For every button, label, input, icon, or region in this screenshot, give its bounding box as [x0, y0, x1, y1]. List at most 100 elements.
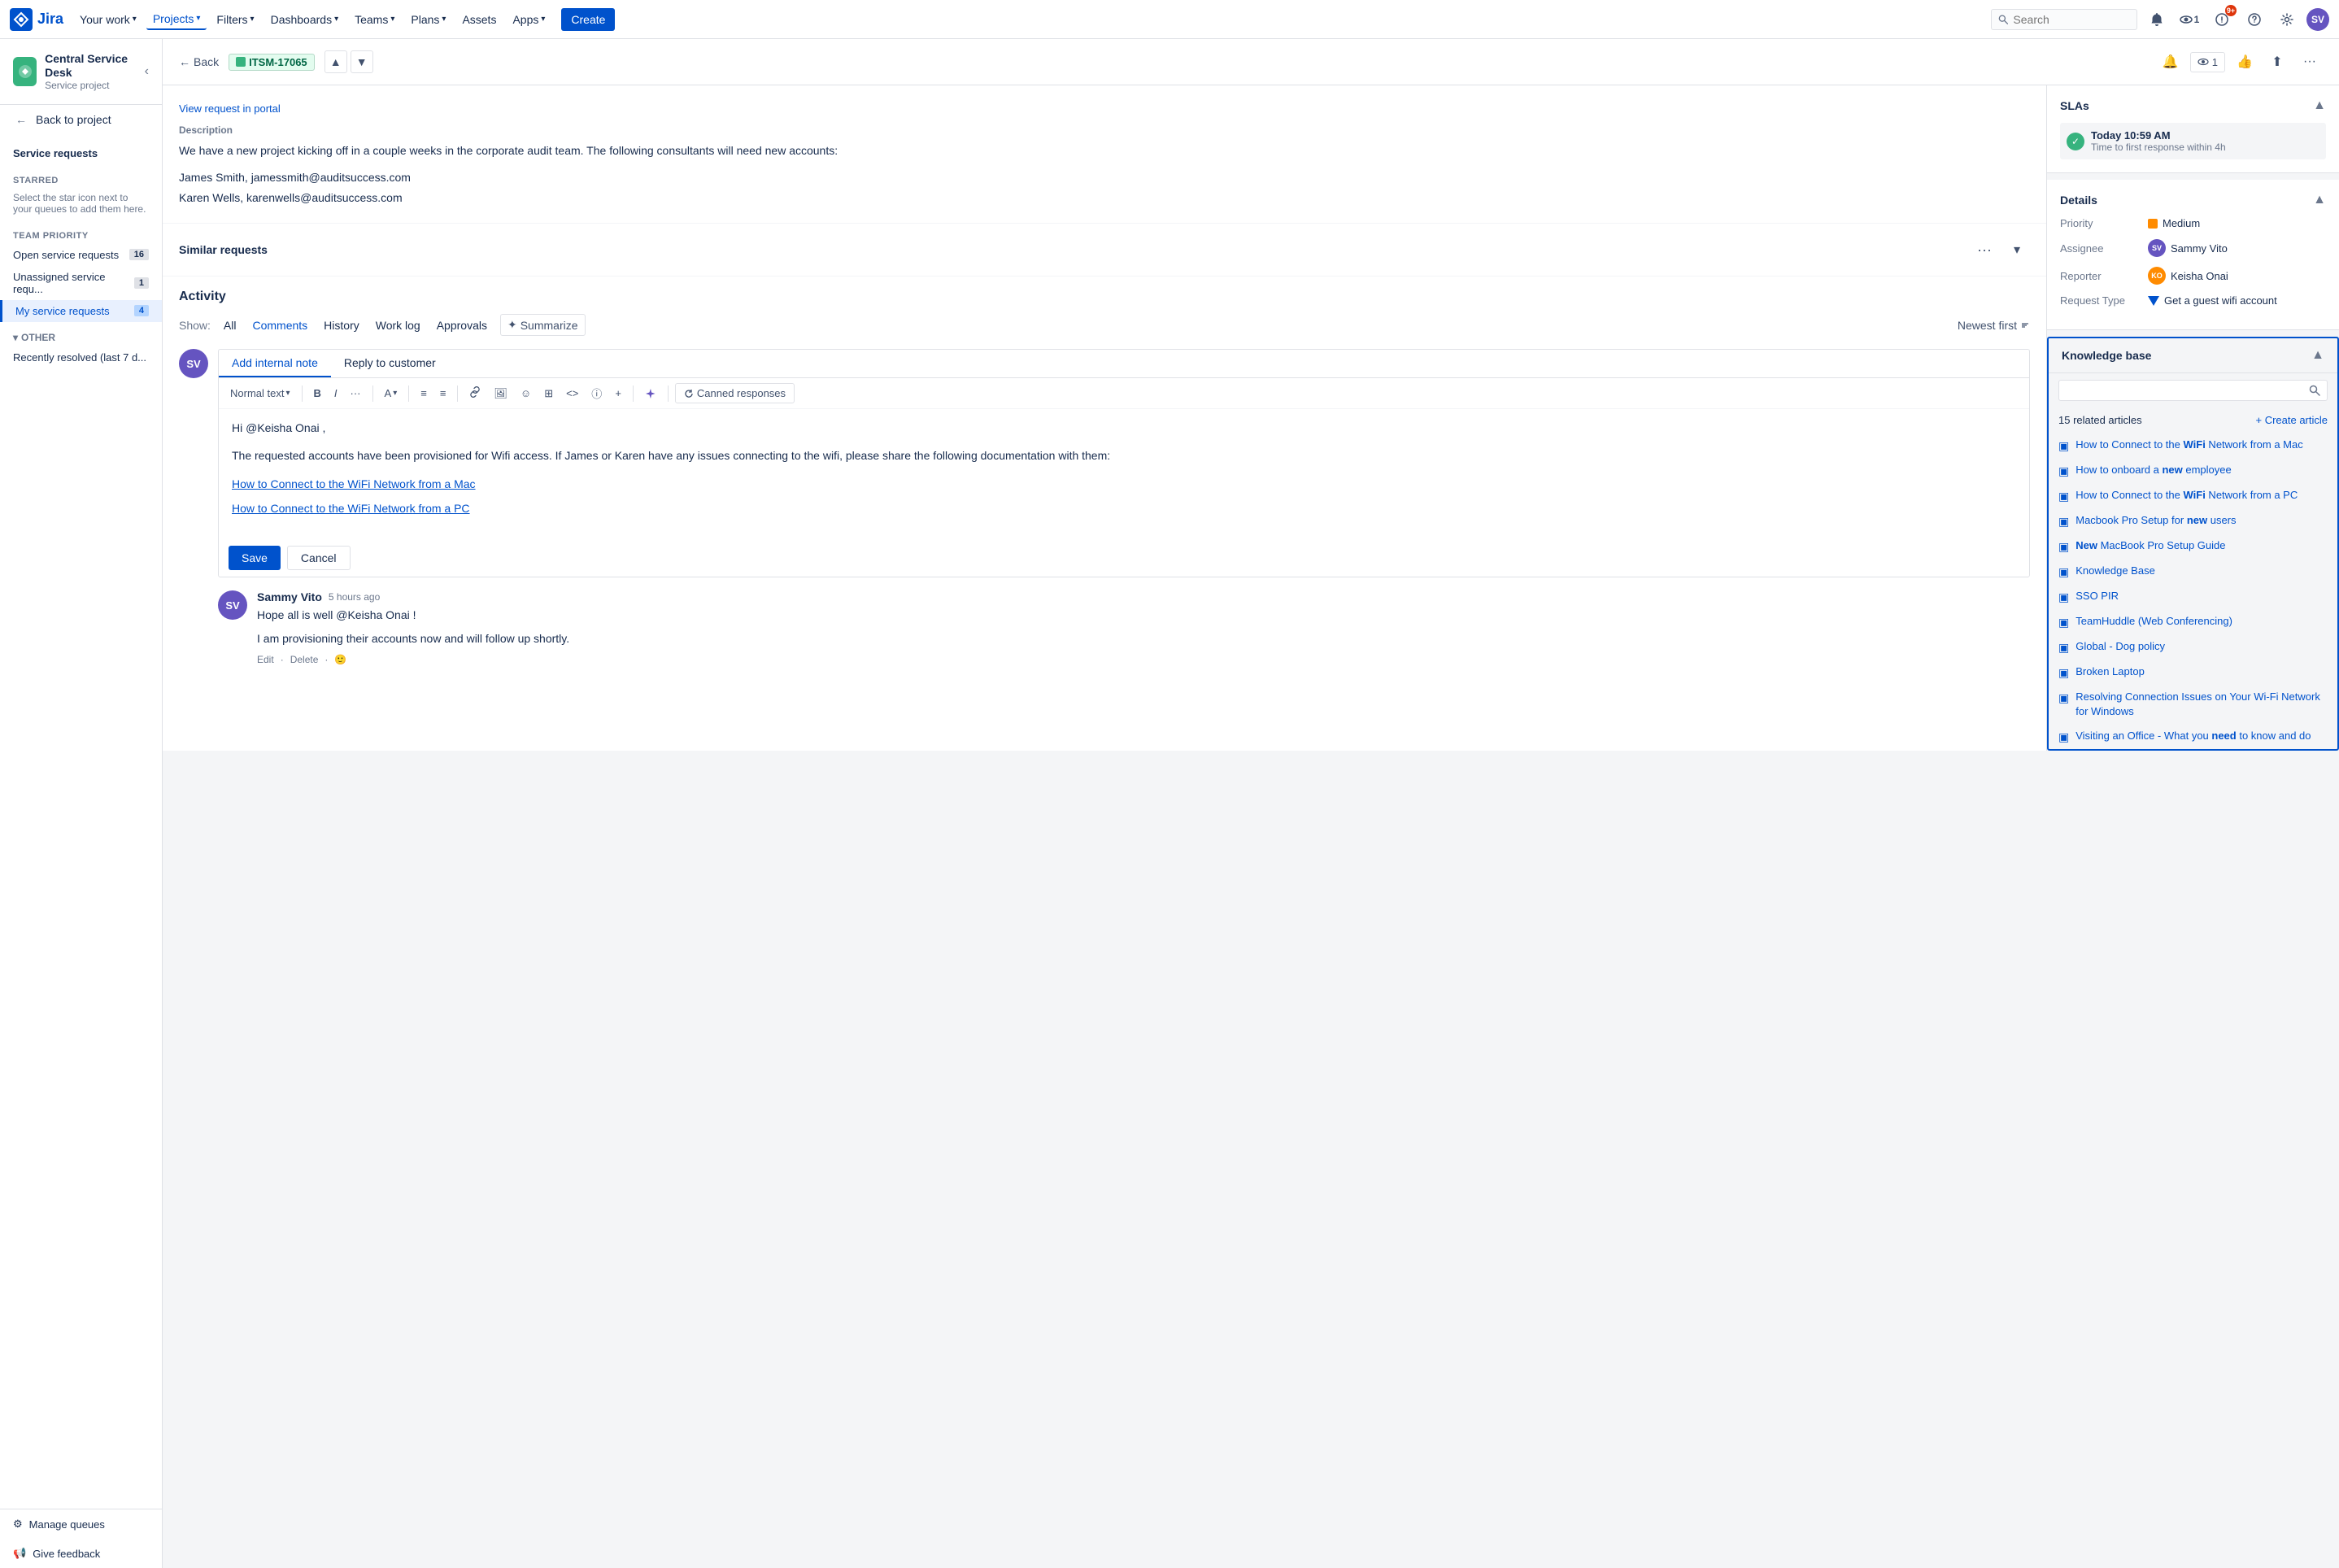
kb-title: Knowledge base: [2062, 349, 2151, 362]
kb-article-9[interactable]: ▣ Broken Laptop: [2049, 660, 2337, 685]
plus-button[interactable]: +: [610, 385, 626, 402]
kb-article-4[interactable]: ▣ New MacBook Pro Setup Guide: [2049, 534, 2337, 559]
search-box[interactable]: [1991, 9, 2137, 30]
save-button[interactable]: Save: [229, 546, 281, 570]
nav-dashboards[interactable]: Dashboards▾: [264, 10, 346, 29]
ticket-next-button[interactable]: ▼: [351, 50, 373, 73]
back-button[interactable]: ← Back: [179, 55, 219, 68]
description-section: View request in portal Description We ha…: [163, 85, 2046, 224]
ai-button[interactable]: [640, 385, 661, 402]
similar-collapse-icon[interactable]: ▾: [2004, 237, 2030, 263]
image-button[interactable]: 🖼: [489, 385, 512, 403]
details-header[interactable]: Details ▲: [2060, 193, 2326, 207]
sidebar-item-open-requests[interactable]: Open service requests 16: [0, 244, 162, 266]
nav-assets[interactable]: Assets: [455, 10, 503, 29]
summarize-button[interactable]: ✦ Summarize: [500, 314, 586, 336]
share-icon[interactable]: 🔔: [2158, 49, 2184, 75]
view-portal-link[interactable]: View request in portal: [179, 102, 281, 115]
kb-article-8[interactable]: ▣ Global - Dog policy: [2049, 634, 2337, 660]
filter-work-log[interactable]: Work log: [372, 317, 424, 333]
sort-button[interactable]: Newest first: [1958, 319, 2030, 332]
kb-header[interactable]: Knowledge base ▲: [2049, 338, 2337, 373]
description-label: Description: [179, 124, 2030, 136]
more-formatting-button[interactable]: ···: [346, 385, 366, 402]
thumbsup-icon[interactable]: 👍: [2232, 49, 2258, 75]
share-link-icon[interactable]: ⬆: [2264, 49, 2290, 75]
user-avatar[interactable]: SV: [2306, 8, 2329, 31]
manage-queues-link[interactable]: ⚙ Manage queues: [0, 1509, 162, 1539]
tab-internal-note[interactable]: Add internal note: [219, 350, 331, 377]
assignee-label: Assignee: [2060, 242, 2141, 255]
ticket-prev-button[interactable]: ▲: [324, 50, 347, 73]
settings-button[interactable]: [2274, 7, 2300, 33]
watch-button[interactable]: 1: [2176, 7, 2202, 33]
help-button[interactable]: [2241, 7, 2267, 33]
top-navigation: Jira Your work▾ Projects▾ Filters▾ Dashb…: [0, 0, 2339, 39]
nav-filters[interactable]: Filters▾: [210, 10, 260, 29]
kb-article-5[interactable]: ▣ Knowledge Base: [2049, 559, 2337, 584]
filter-comments[interactable]: Comments: [249, 317, 311, 333]
sort-icon: [2020, 320, 2030, 330]
canned-responses-button[interactable]: Canned responses: [675, 383, 795, 403]
filter-all[interactable]: All: [220, 317, 240, 333]
nav-projects[interactable]: Projects▾: [146, 9, 207, 30]
back-to-project-link[interactable]: ← Back to project: [0, 105, 162, 134]
request-type-value: Get a guest wifi account: [2164, 294, 2277, 307]
info-button[interactable]: ⓘ: [586, 383, 607, 403]
kb-search-box[interactable]: [2058, 380, 2328, 401]
kb-article-3[interactable]: ▣ Macbook Pro Setup for new users: [2049, 508, 2337, 534]
kb-search-input[interactable]: [2066, 384, 2309, 397]
other-section[interactable]: ▾OTHER: [0, 322, 162, 346]
past-comment: SV Sammy Vito 5 hours ago Hope all is we…: [218, 590, 2030, 665]
filter-approvals[interactable]: Approvals: [433, 317, 490, 333]
cancel-button[interactable]: Cancel: [287, 546, 351, 570]
sidebar-item-my-requests[interactable]: My service requests 4: [0, 300, 162, 322]
link-button[interactable]: [464, 384, 486, 403]
bold-button[interactable]: B: [309, 385, 326, 402]
sidebar-collapse-button[interactable]: ‹: [145, 64, 149, 79]
filter-history[interactable]: History: [320, 317, 363, 333]
jira-logo[interactable]: Jira: [10, 8, 63, 31]
more-options-icon[interactable]: ···: [2297, 49, 2323, 75]
create-button[interactable]: Create: [561, 8, 615, 31]
slas-title: SLAs: [2060, 99, 2089, 112]
watcher-button[interactable]: 1: [2190, 52, 2225, 72]
nav-teams[interactable]: Teams▾: [348, 10, 401, 29]
table-button[interactable]: ⊞: [539, 385, 558, 403]
wifi-mac-link[interactable]: How to Connect to the WiFi Network from …: [232, 477, 476, 490]
kb-article-1[interactable]: ▣ How to onboard a new employee: [2049, 458, 2337, 483]
give-feedback-link[interactable]: 📢 Give feedback: [0, 1539, 162, 1568]
comment-actions: Edit · Delete · 🙂: [257, 654, 2030, 665]
code-button[interactable]: <>: [561, 385, 583, 402]
kb-article-6[interactable]: ▣ SSO PIR: [2049, 584, 2337, 609]
bullet-list-button[interactable]: ≡: [416, 385, 432, 402]
kb-article-10[interactable]: ▣ Resolving Connection Issues on Your Wi…: [2049, 685, 2337, 724]
similar-more-icon[interactable]: ···: [1971, 237, 1997, 263]
comment-editor[interactable]: Add internal note Reply to customer Norm…: [218, 349, 2030, 577]
kb-article-0[interactable]: ▣ How to Connect to the WiFi Network fro…: [2049, 433, 2337, 458]
search-input[interactable]: [2013, 13, 2130, 26]
react-button[interactable]: 🙂: [334, 654, 346, 665]
kb-create-button[interactable]: + Create article: [2255, 414, 2328, 426]
notifications-button[interactable]: [2144, 7, 2170, 33]
kb-article-7[interactable]: ▣ TeamHuddle (Web Conferencing): [2049, 609, 2337, 634]
kb-article-11[interactable]: ▣ Visiting an Office - What you need to …: [2049, 724, 2337, 749]
nav-your-work[interactable]: Your work▾: [73, 10, 143, 29]
sidebar-item-unassigned[interactable]: Unassigned service requ... 1: [0, 266, 162, 300]
nav-plans[interactable]: Plans▾: [404, 10, 452, 29]
nav-apps[interactable]: Apps▾: [506, 10, 551, 29]
text-color-button[interactable]: A▾: [380, 385, 403, 402]
editor-content-area[interactable]: Hi @Keisha Onai , The requested accounts…: [219, 409, 2029, 539]
slas-header[interactable]: SLAs ▲: [2060, 98, 2326, 113]
sidebar-item-recently-resolved[interactable]: Recently resolved (last 7 d...: [0, 346, 162, 368]
emoji-button[interactable]: ☺: [516, 385, 536, 402]
kb-article-2[interactable]: ▣ How to Connect to the WiFi Network fro…: [2049, 483, 2337, 508]
italic-button[interactable]: I: [329, 385, 342, 402]
notifications-button-2[interactable]: 9+: [2209, 7, 2235, 33]
delete-comment-button[interactable]: Delete: [290, 654, 319, 665]
tab-reply-customer[interactable]: Reply to customer: [331, 350, 449, 377]
wifi-pc-link[interactable]: How to Connect to the WiFi Network from …: [232, 502, 470, 515]
numbered-list-button[interactable]: ≡: [435, 385, 451, 402]
edit-comment-button[interactable]: Edit: [257, 654, 274, 665]
text-style-dropdown[interactable]: Normal text▾: [225, 385, 295, 402]
